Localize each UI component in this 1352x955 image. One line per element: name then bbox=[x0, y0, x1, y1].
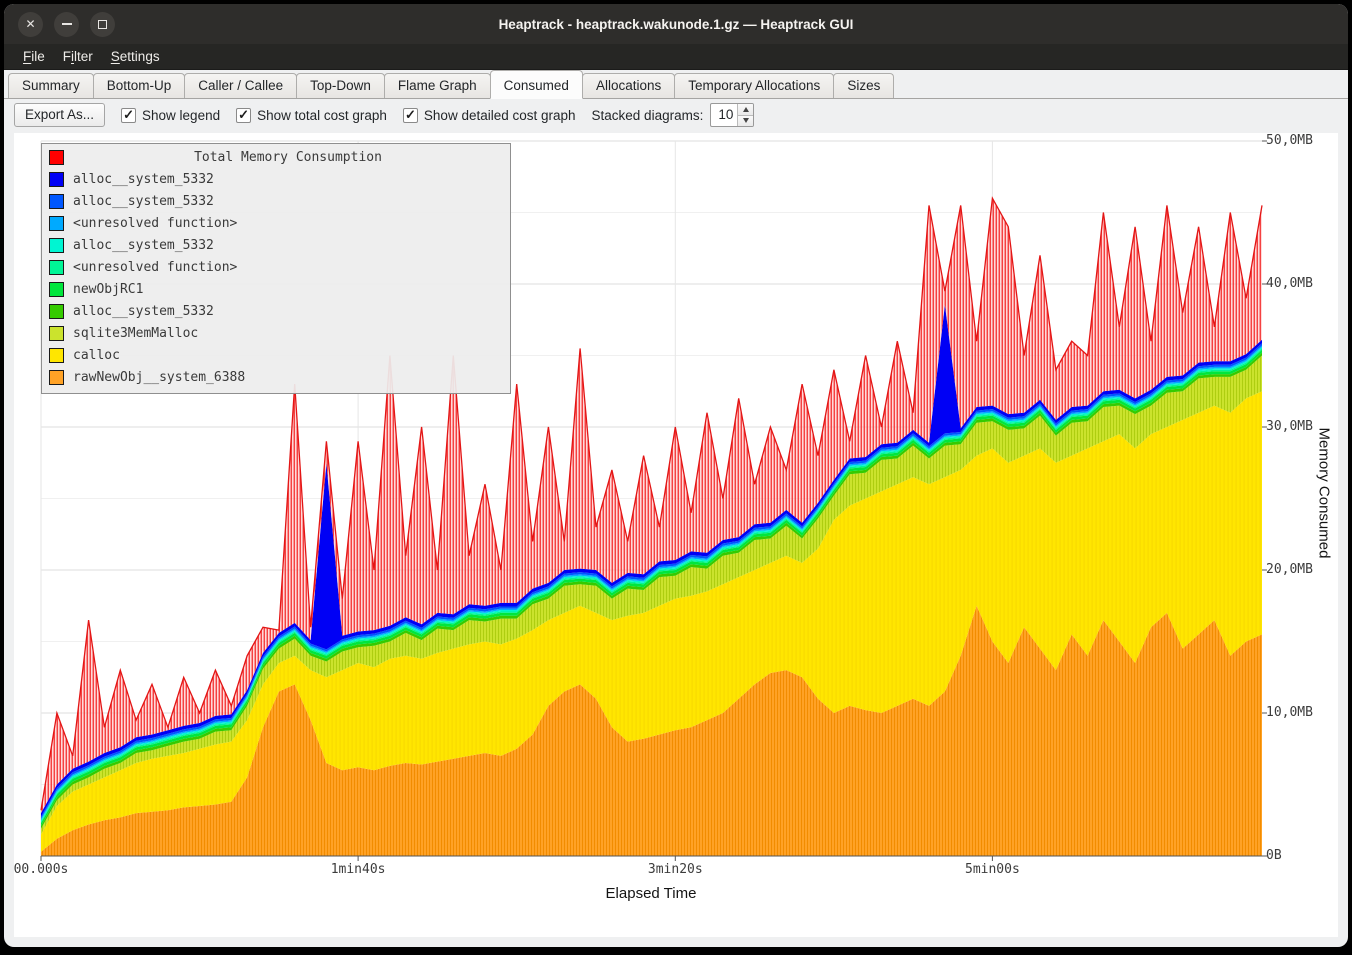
tab-sizes[interactable]: Sizes bbox=[833, 73, 894, 98]
tab-allocations[interactable]: Allocations bbox=[582, 73, 675, 98]
checkbox-show-detailed-cost-graph[interactable]: Show detailed cost graph bbox=[403, 108, 576, 123]
minimize-icon bbox=[62, 23, 72, 25]
legend-item: alloc__system_5332 bbox=[49, 190, 503, 212]
legend-item: newObjRC1 bbox=[49, 278, 503, 300]
legend-swatch-total bbox=[49, 150, 64, 165]
window-controls: ✕ bbox=[4, 12, 115, 37]
legend-title-row: Total Memory Consumption bbox=[49, 146, 503, 168]
x-tick-label: 00.000s bbox=[14, 862, 69, 877]
legend-swatch bbox=[49, 326, 64, 341]
y-tick-label: 10,0MB bbox=[1266, 705, 1313, 720]
window-title: Heaptrack - heaptrack.wakunode.1.gz — He… bbox=[4, 17, 1348, 32]
checkbox-show-total-cost-graph[interactable]: Show total cost graph bbox=[236, 108, 387, 123]
legend-label: rawNewObj__system_6388 bbox=[73, 370, 245, 385]
checkbox-label: Show total cost graph bbox=[257, 108, 387, 123]
legend-swatch bbox=[49, 172, 64, 187]
legend-label: alloc__system_5332 bbox=[73, 194, 214, 209]
toolbar: Export As... Show legend Show total cost … bbox=[4, 99, 1348, 131]
tab-bottom-up[interactable]: Bottom-Up bbox=[93, 73, 186, 98]
tab-consumed[interactable]: Consumed bbox=[490, 70, 583, 99]
legend-item: rawNewObj__system_6388 bbox=[49, 366, 503, 388]
legend-label: sqlite3MemMalloc bbox=[73, 326, 198, 341]
export-as-button[interactable]: Export As... bbox=[14, 103, 105, 127]
legend-item: alloc__system_5332 bbox=[49, 234, 503, 256]
chevron-down-icon bbox=[743, 118, 749, 123]
legend-item: alloc__system_5332 bbox=[49, 168, 503, 190]
maximize-button[interactable] bbox=[90, 12, 115, 37]
close-icon: ✕ bbox=[25, 18, 35, 30]
legend-label: alloc__system_5332 bbox=[73, 172, 214, 187]
legend-label: calloc bbox=[73, 348, 120, 363]
legend-label: alloc__system_5332 bbox=[73, 238, 214, 253]
toolbar-checkboxes: Show legend Show total cost graph Show det… bbox=[121, 108, 576, 123]
x-axis-title: Elapsed Time bbox=[606, 885, 697, 902]
legend-item: <unresolved function> bbox=[49, 256, 503, 278]
legend-swatch bbox=[49, 238, 64, 253]
legend-label: alloc__system_5332 bbox=[73, 304, 214, 319]
legend-item: calloc bbox=[49, 344, 503, 366]
x-tick-label: 1min40s bbox=[331, 862, 386, 877]
checkbox-icon bbox=[403, 108, 418, 123]
checkbox-show-legend[interactable]: Show legend bbox=[121, 108, 220, 123]
stacked-diagrams-spinbox: 10 bbox=[710, 103, 754, 127]
legend-label: newObjRC1 bbox=[73, 282, 143, 297]
y-tick-label: 50,0MB bbox=[1266, 133, 1313, 148]
tab-top-down[interactable]: Top-Down bbox=[296, 73, 385, 98]
checkbox-icon bbox=[236, 108, 251, 123]
menu-file[interactable]: File bbox=[14, 46, 54, 67]
y-tick-label: 30,0MB bbox=[1266, 419, 1313, 434]
legend-item: alloc__system_5332 bbox=[49, 300, 503, 322]
checkbox-label: Show detailed cost graph bbox=[424, 108, 576, 123]
chart-area: Total Memory Consumption alloc__system_53… bbox=[14, 133, 1338, 937]
close-button[interactable]: ✕ bbox=[18, 12, 43, 37]
menu-filter[interactable]: Filter bbox=[54, 46, 102, 67]
chevron-up-icon bbox=[743, 107, 749, 112]
stacked-diagrams-label: Stacked diagrams: bbox=[592, 108, 704, 123]
legend-item: sqlite3MemMalloc bbox=[49, 322, 503, 344]
legend-swatch bbox=[49, 194, 64, 209]
legend-title: Total Memory Consumption bbox=[73, 150, 503, 165]
menu-settings[interactable]: Settings bbox=[102, 46, 169, 67]
tab-bar: SummaryBottom-UpCaller / CalleeTop-DownF… bbox=[4, 70, 1348, 99]
maximize-icon bbox=[98, 20, 107, 29]
legend-swatch bbox=[49, 348, 64, 363]
checkbox-label: Show legend bbox=[142, 108, 220, 123]
legend-swatch bbox=[49, 304, 64, 319]
tab-summary[interactable]: Summary bbox=[8, 73, 94, 98]
legend-label: <unresolved function> bbox=[73, 216, 237, 231]
legend-swatch bbox=[49, 282, 64, 297]
stacked-diagrams-group: Stacked diagrams: 10 bbox=[592, 103, 755, 127]
tab-flame-graph[interactable]: Flame Graph bbox=[384, 73, 491, 98]
legend-swatch bbox=[49, 216, 64, 231]
tab-caller-callee[interactable]: Caller / Callee bbox=[184, 73, 297, 98]
x-tick-label: 5min00s bbox=[965, 862, 1020, 877]
y-tick-label: 0B bbox=[1266, 848, 1282, 863]
x-tick-label: 3min20s bbox=[648, 862, 703, 877]
spinbox-down-button[interactable] bbox=[738, 115, 753, 127]
checkbox-icon bbox=[121, 108, 136, 123]
y-tick-label: 40,0MB bbox=[1266, 276, 1313, 291]
y-tick-label: 20,0MB bbox=[1266, 562, 1313, 577]
legend-label: <unresolved function> bbox=[73, 260, 237, 275]
spinbox-up-button[interactable] bbox=[738, 104, 753, 115]
chart-legend: Total Memory Consumption alloc__system_53… bbox=[41, 143, 511, 394]
app-window: ✕ Heaptrack - heaptrack.wakunode.1.gz — … bbox=[4, 4, 1348, 947]
legend-item: <unresolved function> bbox=[49, 212, 503, 234]
y-axis-title: Memory Consumed bbox=[1316, 428, 1333, 559]
title-bar: ✕ Heaptrack - heaptrack.wakunode.1.gz — … bbox=[4, 4, 1348, 44]
legend-swatch bbox=[49, 260, 64, 275]
menu-bar: FileFilterSettings bbox=[4, 44, 1348, 70]
spinbox-value[interactable]: 10 bbox=[711, 104, 737, 126]
minimize-button[interactable] bbox=[54, 12, 79, 37]
tab-temporary-allocations[interactable]: Temporary Allocations bbox=[674, 73, 834, 98]
spinbox-buttons bbox=[737, 104, 753, 126]
legend-swatch bbox=[49, 370, 64, 385]
